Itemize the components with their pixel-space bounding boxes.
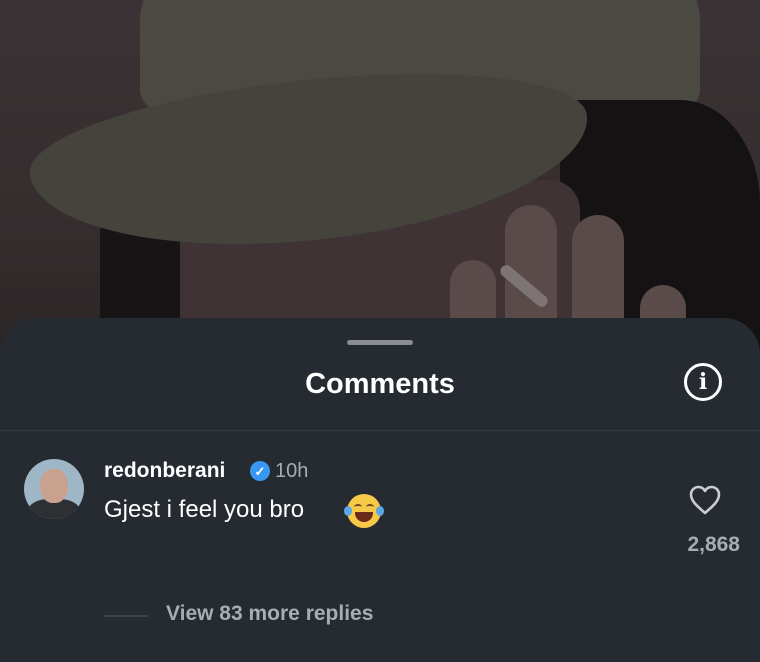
divider	[0, 430, 760, 431]
avatar[interactable]	[24, 459, 84, 519]
heart-icon	[689, 485, 721, 515]
cap-logo	[612, 16, 652, 56]
verified-badge-icon: ✓	[250, 461, 270, 481]
background-photo	[0, 0, 760, 360]
avatar-head	[40, 469, 68, 503]
info-icon: i	[698, 369, 708, 395]
info-button[interactable]: i	[684, 363, 722, 401]
like-button[interactable]	[688, 484, 722, 516]
drag-handle[interactable]	[347, 340, 413, 345]
comment-timestamp: 10h	[275, 460, 309, 482]
tears-of-joy-emoji-icon	[344, 494, 384, 528]
sheet-title: Comments	[305, 368, 455, 400]
comments-sheet: Comments i redonberani ✓ 10h Gjest i fee…	[0, 318, 760, 662]
comment-username[interactable]: redonberani	[104, 459, 225, 483]
view-replies-link[interactable]: View 83 more replies	[166, 602, 373, 626]
like-count: 2,868	[687, 533, 740, 556]
check-icon: ✓	[254, 463, 266, 479]
reply-thread-line	[104, 615, 148, 617]
comment-text: Gjest i feel you bro	[104, 496, 305, 523]
